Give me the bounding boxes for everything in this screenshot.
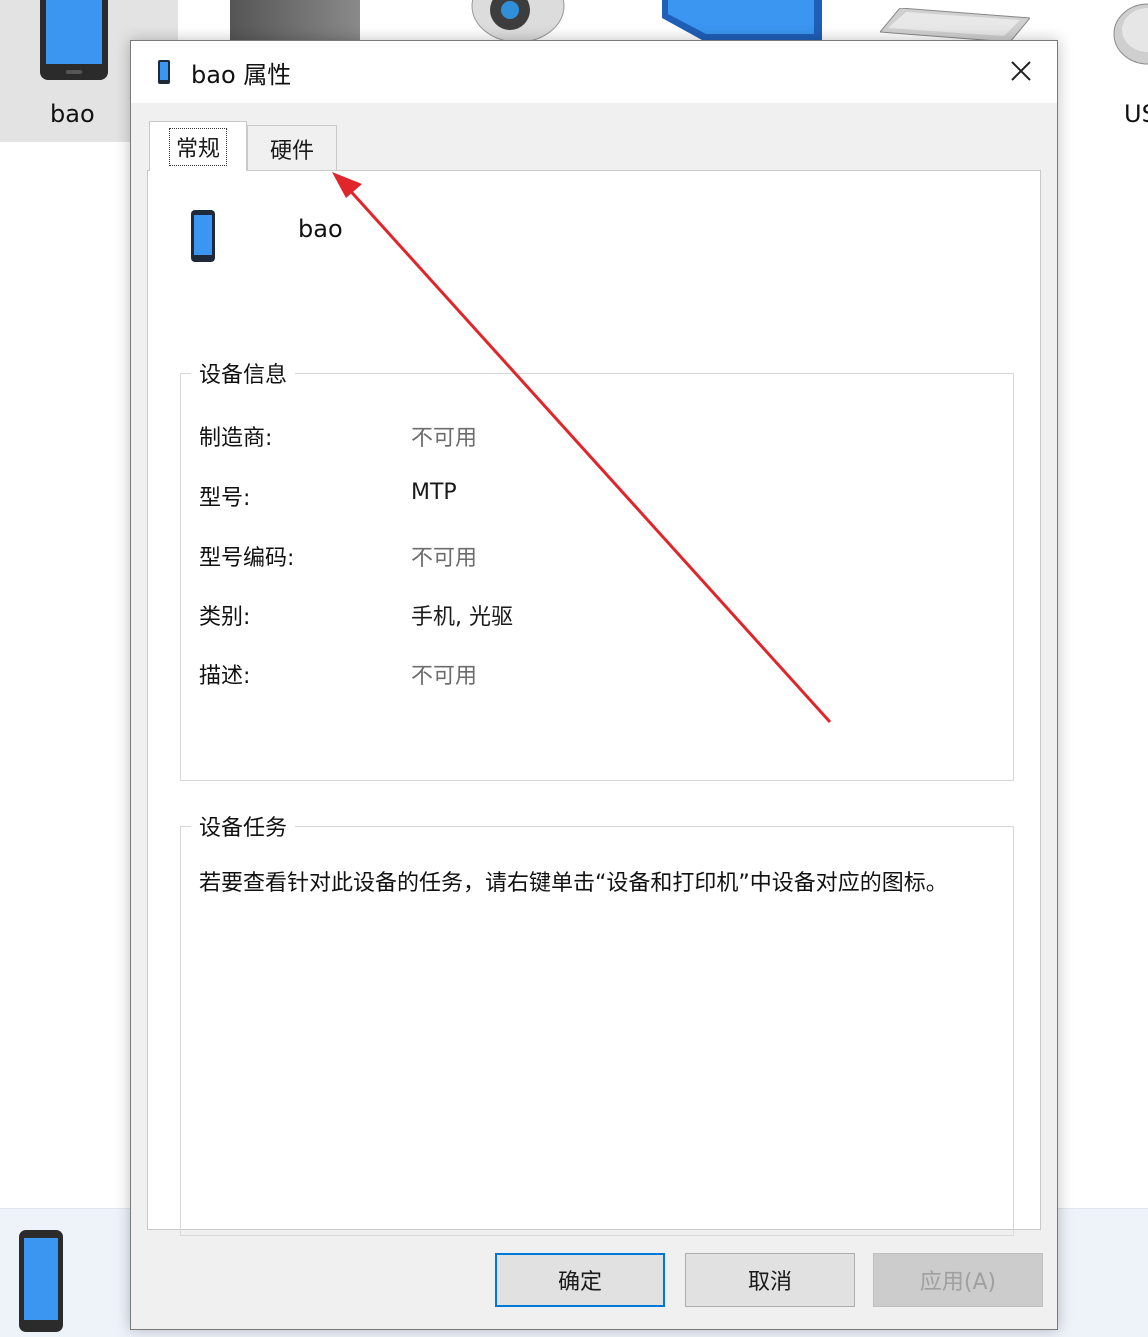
model-number-label: 型号编码: — [199, 546, 295, 571]
webcam-icon[interactable] — [470, 0, 566, 42]
tab-general-label: 常规 — [168, 127, 228, 166]
device-name: bao — [298, 215, 343, 243]
ok-button[interactable]: 确定 — [495, 1253, 665, 1307]
dialog-title: bao 属性 — [191, 61, 292, 89]
general-tab-panel: bao 设备信息 制造商: 不可用 型号: MTP 型号编码: 不可用 类别: … — [147, 170, 1041, 1236]
cancel-button[interactable]: 取消 — [685, 1253, 855, 1307]
device-phone-icon — [191, 210, 215, 262]
phone-device-icon[interactable] — [38, 0, 110, 82]
computer-tower-icon[interactable] — [230, 0, 360, 42]
device-tasks-text: 若要查看针对此设备的任务，请右键单击“设备和打印机”中设备对应的图标。 — [199, 871, 948, 896]
manufacturer-value: 不可用 — [411, 426, 478, 451]
description-label: 描述: — [199, 664, 251, 689]
partial-device-label: US — [1124, 100, 1148, 128]
properties-dialog: bao 属性 常规 硬件 bao 设备信息 制造商: 不可用 型号: MTP 型… — [130, 40, 1058, 1330]
tab-general[interactable]: 常规 — [149, 121, 247, 171]
description-value: 不可用 — [411, 664, 478, 689]
selected-device-label: bao — [50, 100, 95, 128]
tab-hardware[interactable]: 硬件 — [247, 125, 337, 171]
device-info-title: 设备信息 — [191, 357, 296, 389]
model-number-value: 不可用 — [411, 546, 478, 571]
device-info-group: 设备信息 制造商: 不可用 型号: MTP 型号编码: 不可用 类别: 手机, … — [180, 357, 1014, 781]
usb-device-icon[interactable] — [1108, 0, 1148, 70]
close-button[interactable] — [999, 51, 1043, 91]
close-icon — [1011, 61, 1031, 81]
manufacturer-label: 制造商: — [199, 426, 273, 451]
model-value: MTP — [411, 480, 457, 505]
apply-button: 应用(A) — [873, 1253, 1043, 1307]
details-phone-icon — [19, 1230, 63, 1332]
model-label: 型号: — [199, 486, 251, 511]
title-bar[interactable]: bao 属性 — [131, 41, 1057, 103]
category-label: 类别: — [199, 605, 251, 630]
device-tasks-title: 设备任务 — [191, 810, 296, 842]
monitor-icon[interactable] — [662, 0, 822, 42]
tab-hardware-label: 硬件 — [269, 138, 314, 164]
category-value: 手机, 光驱 — [411, 605, 513, 630]
keyboard-icon[interactable] — [880, 8, 1030, 42]
phone-icon — [158, 60, 170, 84]
device-tasks-group: 设备任务 若要查看针对此设备的任务，请右键单击“设备和打印机”中设备对应的图标。 — [180, 810, 1014, 1236]
